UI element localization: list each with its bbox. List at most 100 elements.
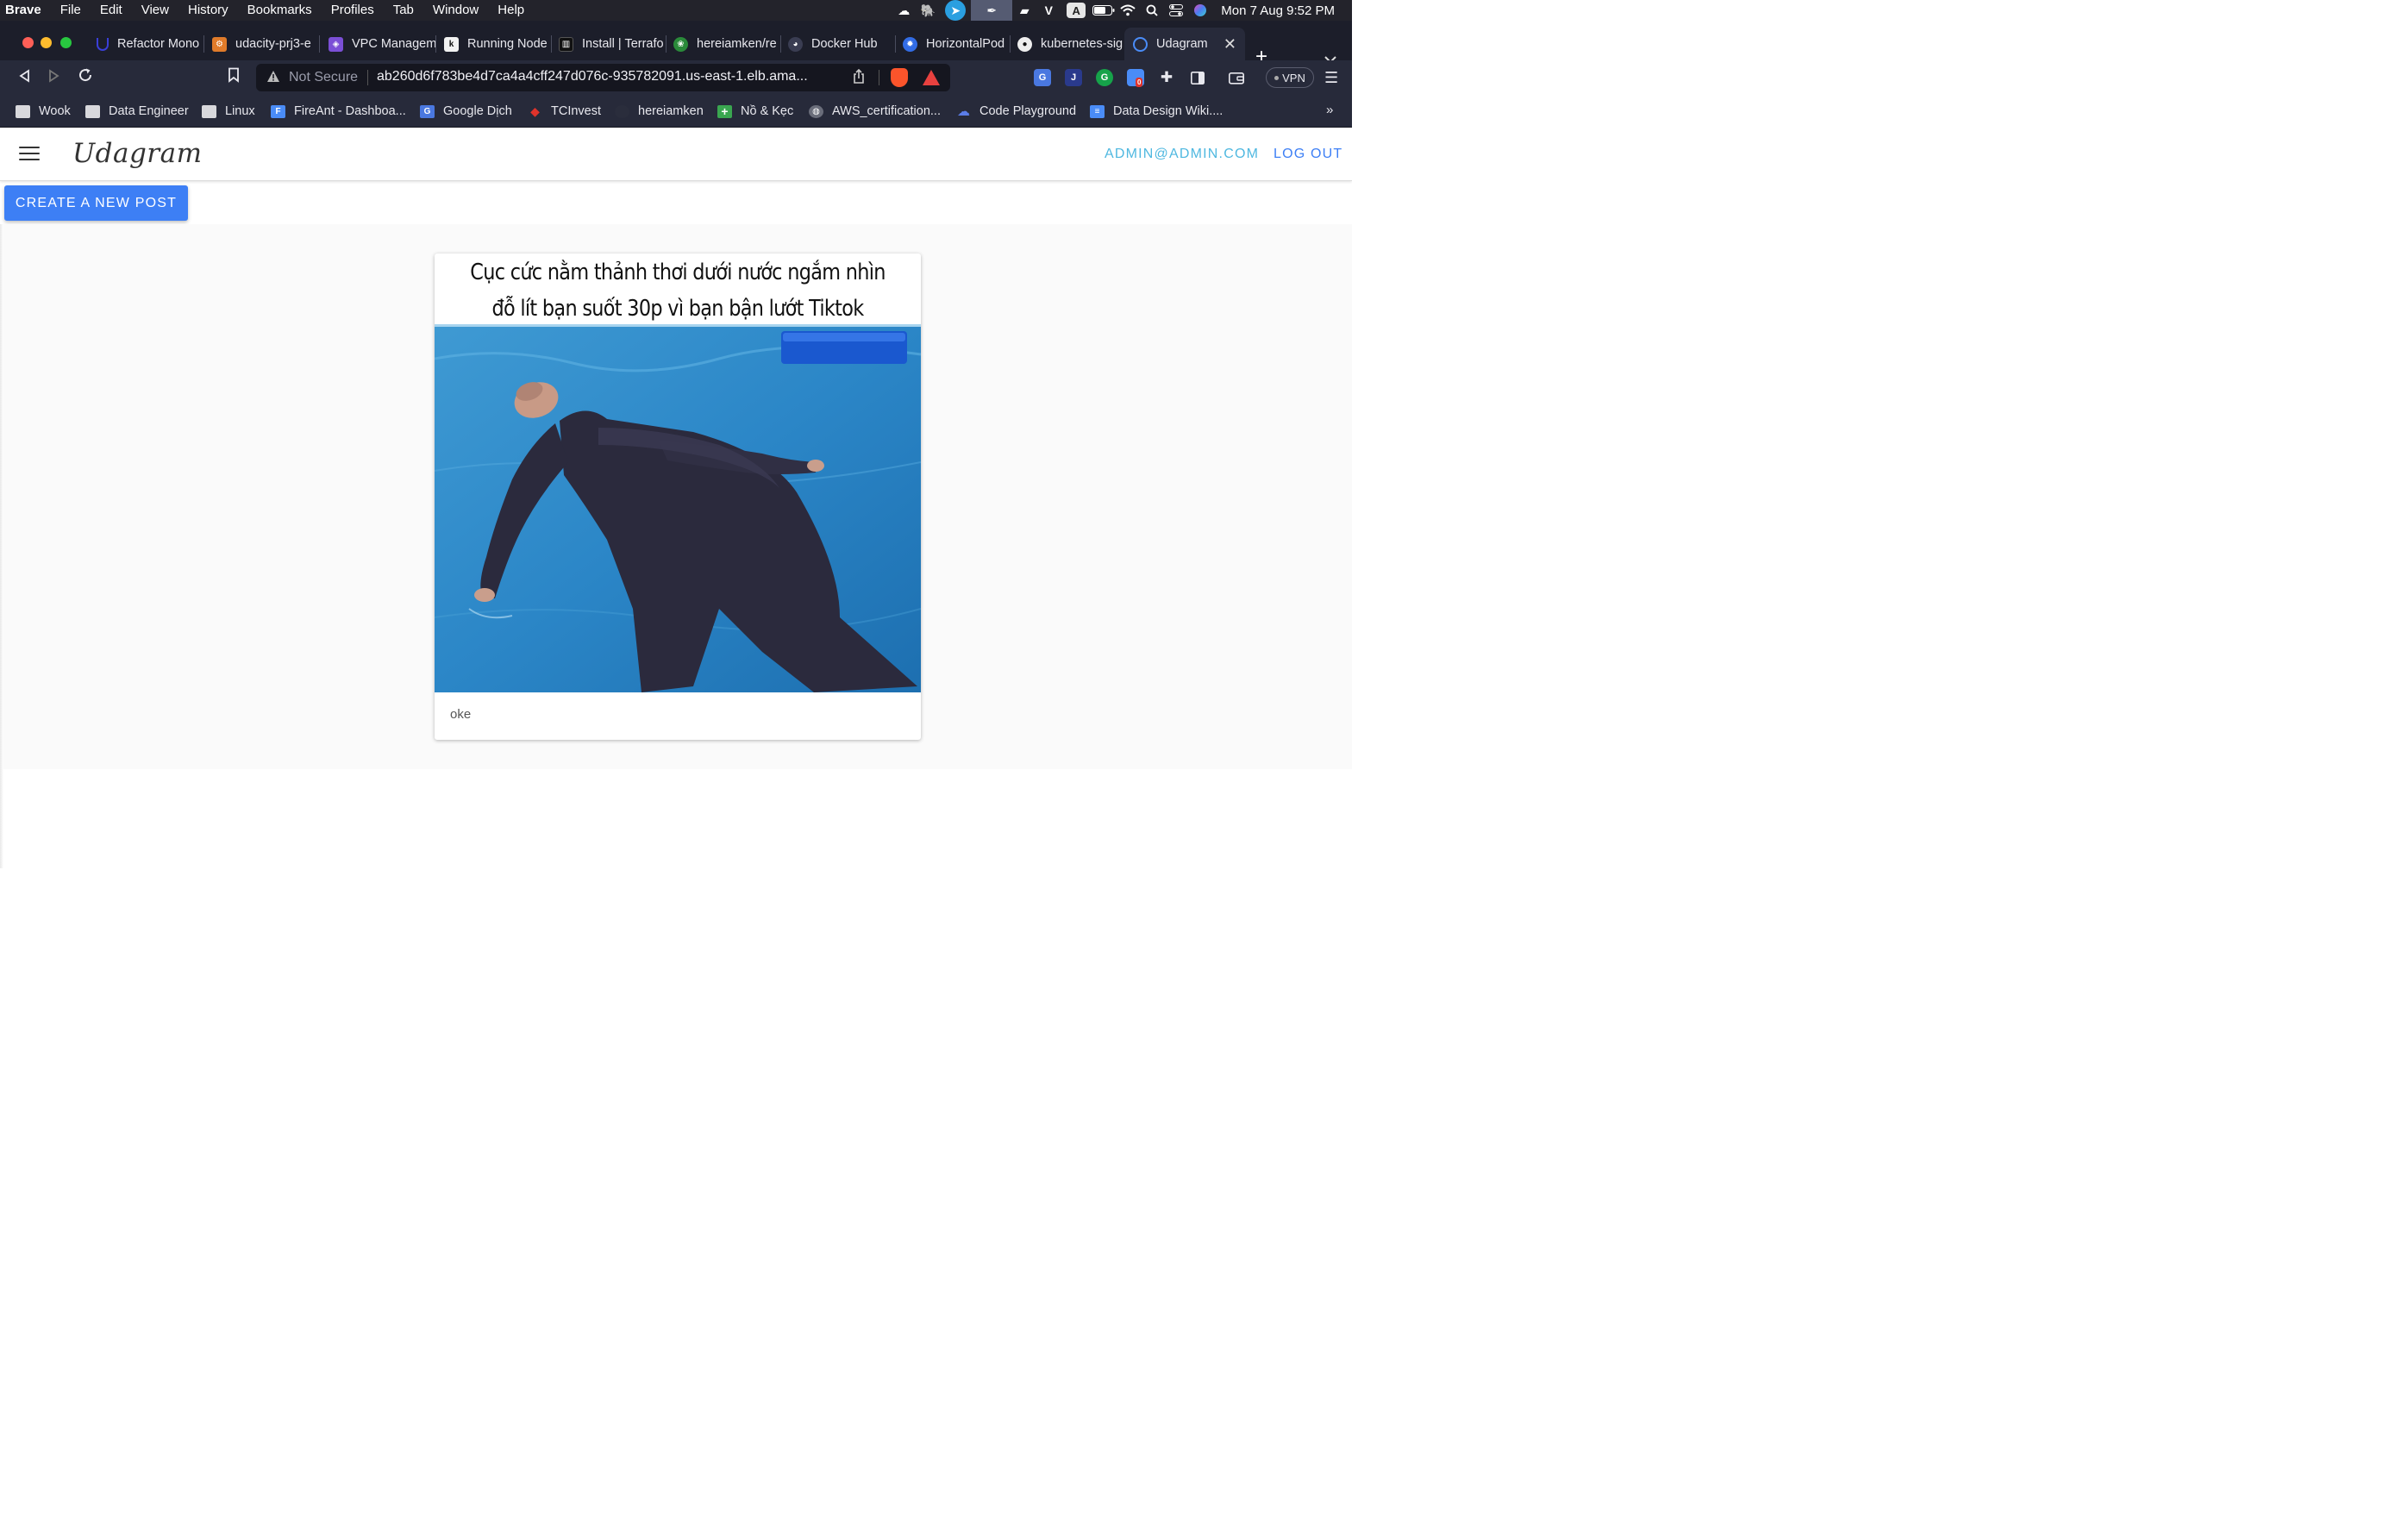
bookmark-data-design-wiki[interactable]: ≡ Data Design Wiki.... xyxy=(1090,103,1223,120)
post-card: Cục cức nằm thảnh thơi dưới nước ngắm nh… xyxy=(435,254,921,740)
menu-file[interactable]: File xyxy=(51,0,91,21)
grammarly-ext-icon[interactable]: G xyxy=(1096,69,1113,86)
tab-refactor-mono[interactable]: Refactor Mono xyxy=(97,28,204,60)
menu-view[interactable]: View xyxy=(132,0,178,21)
post-caption: oke xyxy=(450,707,472,722)
tab-running-node[interactable]: k Running Node xyxy=(444,28,552,60)
tab-hereiamken-repo[interactable]: ❀ hereiamken/re xyxy=(673,28,781,60)
vpn-button[interactable]: VPN xyxy=(1266,67,1314,88)
close-tab-icon[interactable]: ✕ xyxy=(1224,35,1236,53)
bookmark-wook[interactable]: Wook xyxy=(16,103,71,120)
tab-udacity-prj3[interactable]: ⚙ udacity-prj3-e xyxy=(212,28,320,60)
menu-window[interactable]: Window xyxy=(423,0,488,21)
tab-docker-hub[interactable]: ◕ Docker Hub xyxy=(788,28,896,60)
app-menu-brave[interactable]: Brave xyxy=(0,0,51,21)
user-email-link[interactable]: ADMIN@ADMIN.COM xyxy=(1105,147,1259,162)
battery-icon[interactable] xyxy=(1092,0,1116,21)
wallet-icon[interactable] xyxy=(1228,69,1245,86)
keyboard-input-icon[interactable]: A xyxy=(1067,3,1086,18)
window-minimize-button[interactable] xyxy=(41,37,52,48)
jira-ext-icon[interactable]: J xyxy=(1065,69,1082,86)
menu-edit[interactable]: Edit xyxy=(91,0,132,21)
tab-udagram[interactable]: Udagram ✕ xyxy=(1124,28,1245,60)
control-center-icon[interactable] xyxy=(1164,0,1188,21)
folder-icon xyxy=(85,104,100,118)
quill-icon[interactable]: ✒ xyxy=(971,0,1013,21)
bookmark-google-dich[interactable]: G Google Dịch xyxy=(420,103,512,120)
tab-install-terraform[interactable]: ▥ Install | Terrafo xyxy=(559,28,667,60)
spotlight-search-icon[interactable] xyxy=(1140,0,1164,21)
logout-button[interactable]: LOG OUT xyxy=(1274,147,1342,162)
bookmark-label: AWS_certification... xyxy=(832,104,941,118)
share-icon[interactable] xyxy=(853,68,865,87)
leaf-icon: ❀ xyxy=(673,36,688,52)
mastodon-icon[interactable]: 🐘 xyxy=(916,0,940,21)
window-close-button[interactable] xyxy=(22,37,34,48)
bookmark-label: hereiamken xyxy=(638,104,704,118)
extensions-puzzle-icon[interactable]: ✚ xyxy=(1158,69,1175,86)
menu-history[interactable]: History xyxy=(178,0,238,21)
telegram-icon[interactable]: ➤ xyxy=(945,0,967,21)
bookmark-data-engineer[interactable]: Data Engineer xyxy=(85,103,189,120)
tab-label: Running Node xyxy=(467,37,548,51)
vpc-icon: ◈ xyxy=(329,36,343,52)
bookmark-hereiamken[interactable]: hereiamken xyxy=(615,103,704,120)
back-button[interactable] xyxy=(13,67,35,88)
k-icon: k xyxy=(444,36,459,52)
bookmark-label: Code Playground xyxy=(979,104,1077,118)
tab-kubernetes-sigs[interactable]: ● kubernetes-sig xyxy=(1017,28,1123,60)
bookmark-code-playground[interactable]: ☁ Code Playground xyxy=(956,103,1076,120)
bookmark-tcinvest[interactable]: ◆ TCInvest xyxy=(528,103,601,120)
cloud-ext-icon[interactable]: 0 xyxy=(1127,69,1144,87)
reload-button[interactable] xyxy=(74,67,97,88)
bookmark-button[interactable] xyxy=(222,67,245,88)
menubar-clock[interactable]: Mon 7 Aug 9:52 PM xyxy=(1212,3,1352,18)
sidebar-toggle-icon[interactable] xyxy=(1189,69,1206,86)
address-bar[interactable]: Not Secure ab260d6f783be4d7ca4a4cff247d0… xyxy=(256,64,950,91)
bookmark-aws-certification[interactable]: ◍ AWS_certification... xyxy=(809,103,941,120)
more-bookmarks-icon[interactable]: » xyxy=(1326,103,1333,117)
security-status[interactable]: Not Secure xyxy=(289,70,358,85)
cloud-icon: ☁ xyxy=(957,104,970,119)
meme-caption: Cục cức nằm thảnh thơi dưới nước ngắm nh… xyxy=(468,254,887,324)
hamburger-menu-icon[interactable] xyxy=(19,147,40,162)
tab-label: hereiamken/re xyxy=(697,37,777,51)
wifi-icon[interactable] xyxy=(1116,0,1140,21)
hamburger-menu-icon[interactable]: ☰ xyxy=(1324,69,1338,87)
cloud-icon[interactable]: ☁ xyxy=(892,0,916,21)
menu-help[interactable]: Help xyxy=(488,0,534,21)
tab-vpc-management[interactable]: ◈ VPC Managem xyxy=(329,28,436,60)
tab-label: Udagram xyxy=(1156,37,1208,51)
tab-label: HorizontalPod xyxy=(926,37,1005,51)
forward-button[interactable] xyxy=(43,67,66,88)
bookmark-fireant[interactable]: F FireAnt - Dashboa... xyxy=(271,103,406,120)
url-text[interactable]: ab260d6f783be4d7ca4a4cff247d076c-9357820… xyxy=(377,69,847,85)
feed-container: Cục cức nằm thảnh thơi dưới nước ngắm nh… xyxy=(0,224,1352,769)
bookmark-no-kec[interactable]: + Nồ & Kẹc xyxy=(717,103,793,120)
bookmark-label: Nồ & Kẹc xyxy=(741,104,794,118)
warning-icon xyxy=(266,70,280,84)
aws-icon: ⚙ xyxy=(212,36,227,52)
github-icon xyxy=(615,104,629,118)
tab-label: VPC Managem xyxy=(352,37,436,51)
brave-rewards-icon[interactable] xyxy=(923,70,940,85)
menu-tab[interactable]: Tab xyxy=(384,0,423,21)
siri-icon[interactable] xyxy=(1188,0,1212,21)
create-post-button[interactable]: CREATE A NEW POST xyxy=(4,185,188,221)
tab-horizontal-pod[interactable]: ✹ HorizontalPod xyxy=(903,28,1011,60)
app-brand[interactable]: Udagram xyxy=(72,138,203,169)
meme-text-line-1: Cục cức nằm thảnh thơi dưới nước ngắm nh… xyxy=(470,260,886,285)
menu-bookmarks[interactable]: Bookmarks xyxy=(238,0,322,21)
menu-profiles[interactable]: Profiles xyxy=(322,0,384,21)
globe-icon: ◍ xyxy=(809,104,823,118)
post-image xyxy=(435,324,921,692)
v-icon[interactable]: V xyxy=(1036,0,1061,21)
vpn-status-dot xyxy=(1274,75,1280,80)
google-translate-icon: G xyxy=(420,104,435,118)
docs-icon: ≡ xyxy=(1090,104,1105,118)
google-translate-ext-icon[interactable]: G xyxy=(1034,69,1051,86)
brave-shields-icon[interactable] xyxy=(891,68,908,87)
window-zoom-button[interactable] xyxy=(60,37,72,48)
bookmark-linux[interactable]: Linux xyxy=(202,103,255,120)
bubble-icon[interactable]: ▰ xyxy=(1012,0,1036,21)
